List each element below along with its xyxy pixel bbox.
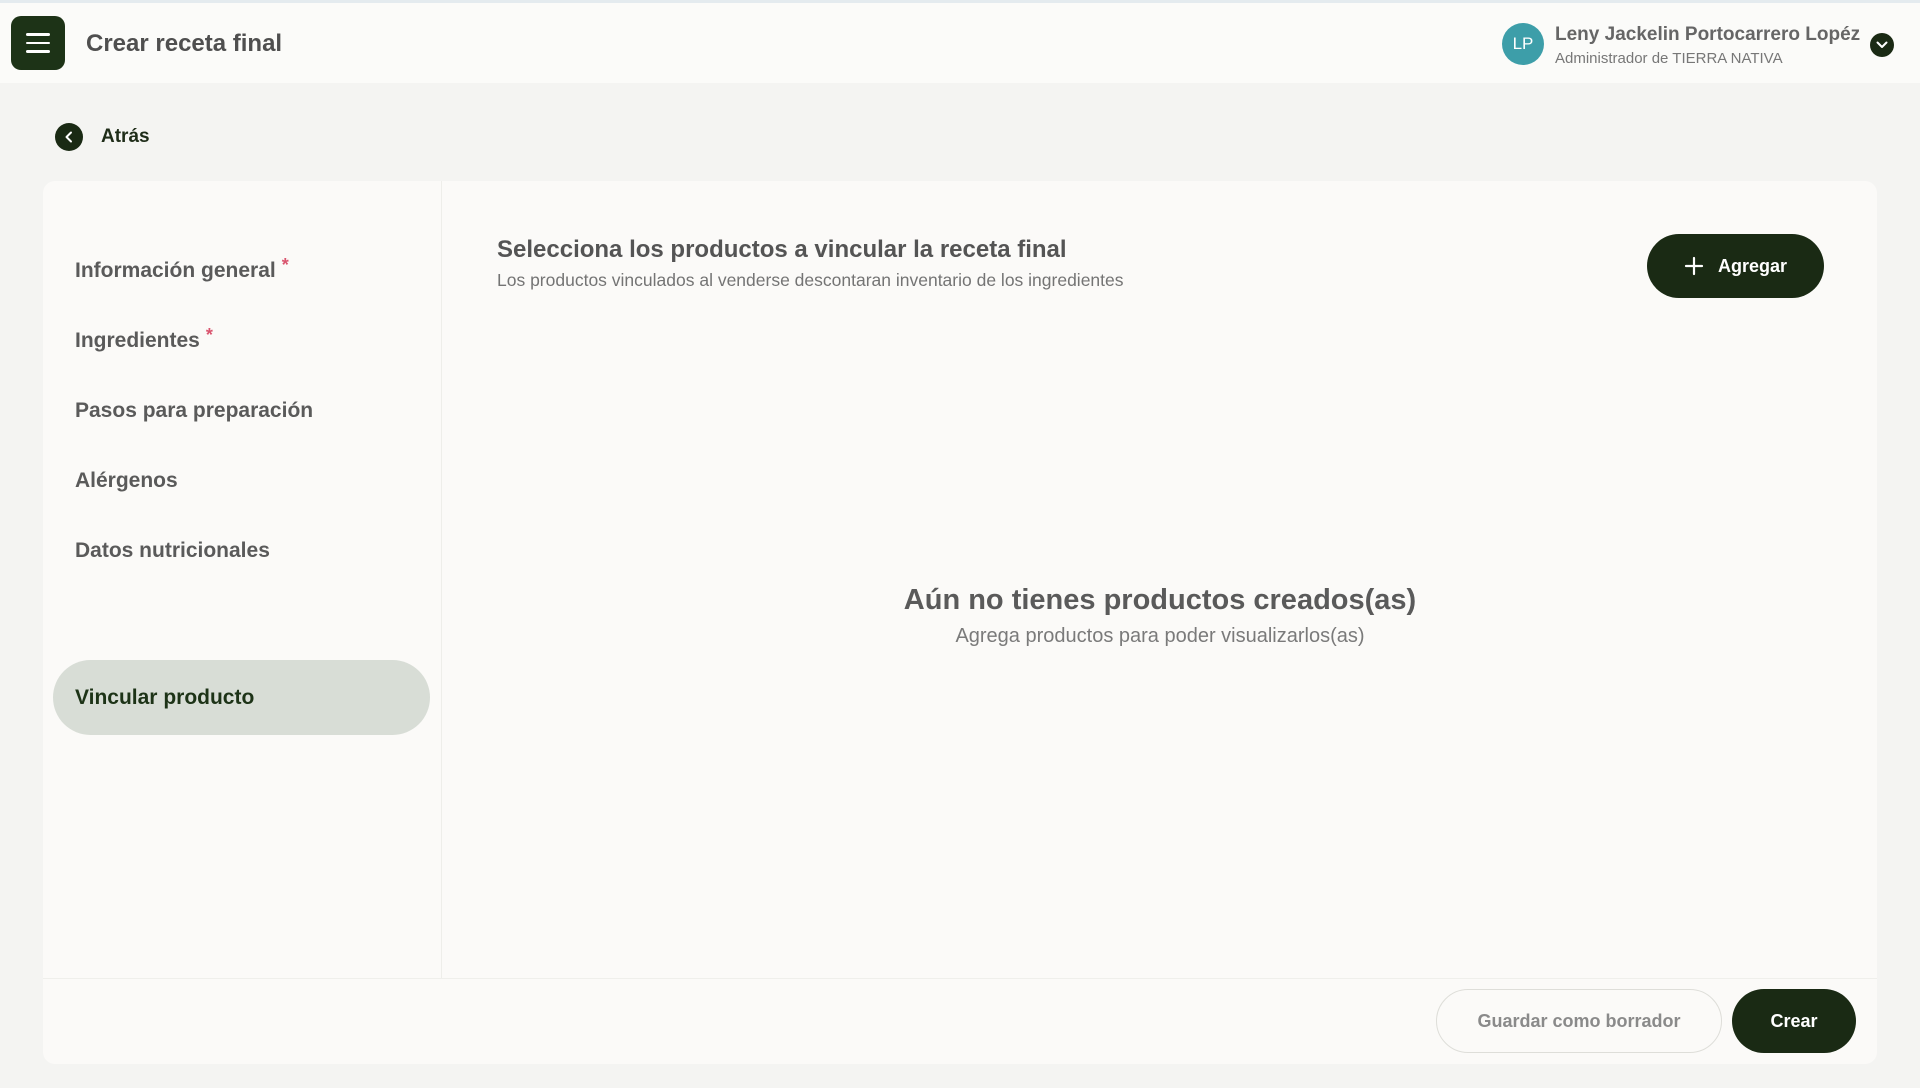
- form-card: Información general * Ingredientes * Pas…: [43, 181, 1877, 1064]
- chevron-left-icon: [55, 123, 83, 151]
- sidebar-item-label: Pasos para preparación: [75, 398, 314, 422]
- back-label: Atrás: [101, 126, 150, 147]
- hamburger-icon: [26, 33, 50, 36]
- menu-button[interactable]: [11, 16, 65, 70]
- user-role: Administrador de TIERRA NATIVA: [1555, 50, 1783, 67]
- sidebar-item-label: Ingredientes: [75, 328, 200, 352]
- create-button[interactable]: Crear: [1732, 989, 1856, 1053]
- sidebar-item-label: Vincular producto: [75, 685, 255, 709]
- section-title: Selecciona los productos a vincular la r…: [497, 236, 1067, 263]
- add-product-button[interactable]: Agregar: [1647, 234, 1824, 298]
- sidebar-item-pasos-preparacion[interactable]: Pasos para preparación: [53, 373, 430, 448]
- sidebar-item-datos-nutricionales[interactable]: Datos nutricionales: [53, 513, 430, 588]
- plus-icon: [1684, 256, 1704, 276]
- user-name: Leny Jackelin Portocarrero Lopéz: [1555, 24, 1861, 45]
- sidebar-item-label: Alérgenos: [75, 468, 178, 492]
- chevron-down-icon: [1876, 41, 1888, 48]
- sidebar-item-ingredientes[interactable]: Ingredientes *: [53, 303, 430, 378]
- required-marker: *: [281, 255, 289, 275]
- step-sidebar: Información general * Ingredientes * Pas…: [43, 181, 442, 978]
- sidebar-item-label: Datos nutricionales: [75, 538, 270, 562]
- add-button-label: Agregar: [1717, 255, 1788, 276]
- sidebar-item-alergenos[interactable]: Alérgenos: [53, 443, 430, 518]
- hamburger-icon: [26, 41, 50, 45]
- sidebar-item-informacion-general[interactable]: Información general *: [53, 233, 430, 308]
- empty-state-subtitle: Agrega productos para poder visualizarlo…: [955, 625, 1365, 647]
- section-subtitle: Los productos vinculados al venderse des…: [497, 270, 1124, 290]
- avatar[interactable]: LP: [1502, 23, 1544, 65]
- back-button[interactable]: Atrás: [55, 123, 150, 151]
- page-title: Crear receta final: [86, 30, 283, 57]
- required-marker: *: [205, 325, 213, 345]
- top-bar: Crear receta final LP Leny Jackelin Port…: [0, 0, 1920, 83]
- user-menu-toggle[interactable]: [1870, 33, 1894, 57]
- sidebar-item-label: Información general: [75, 258, 276, 282]
- hamburger-icon: [26, 50, 50, 53]
- empty-state-title: Aún no tienes productos creados(as): [903, 584, 1417, 616]
- sidebar-item-vincular-producto[interactable]: Vincular producto: [53, 660, 430, 735]
- save-draft-button[interactable]: Guardar como borrador: [1436, 989, 1722, 1053]
- form-footer: Guardar como borrador Crear: [43, 978, 1877, 1064]
